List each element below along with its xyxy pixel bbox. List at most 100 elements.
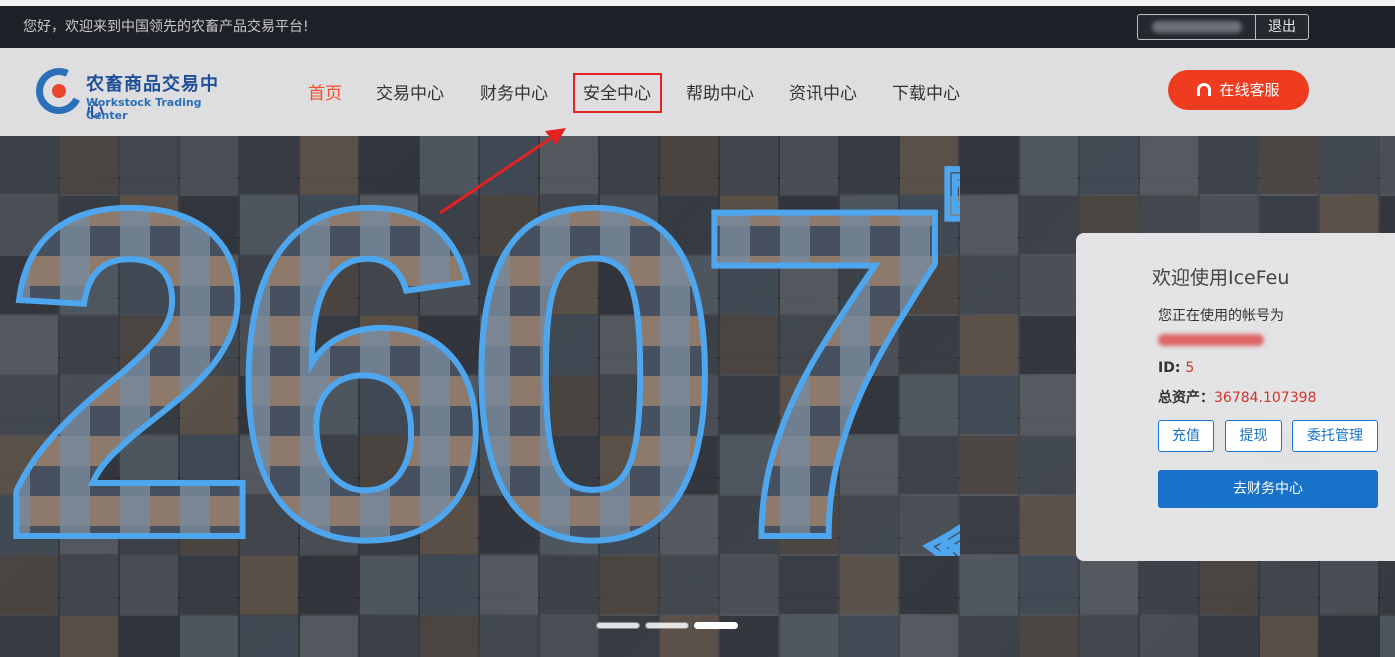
mosaic-tile bbox=[120, 616, 178, 657]
mosaic-tile bbox=[780, 616, 838, 657]
logo-mark-icon bbox=[29, 61, 89, 121]
mosaic-tile bbox=[1260, 136, 1318, 194]
mosaic-tile bbox=[60, 556, 118, 614]
mosaic-tile bbox=[1320, 556, 1378, 614]
mosaic-tile bbox=[1020, 196, 1078, 254]
account-panel: 欢迎使用IceFeu 您正在使用的帐号为 ID: 5 总资产：36784.107… bbox=[1076, 233, 1395, 561]
security-center-highlight-box bbox=[573, 73, 662, 113]
mosaic-tile bbox=[0, 556, 58, 614]
mosaic-tile bbox=[1020, 256, 1078, 314]
mosaic-tile bbox=[240, 616, 298, 657]
logout-button[interactable]: 退出 bbox=[1255, 14, 1309, 40]
mosaic-tile bbox=[120, 556, 178, 614]
mosaic-tile bbox=[1080, 616, 1138, 657]
mosaic-tile bbox=[900, 556, 958, 614]
mosaic-tile bbox=[1020, 136, 1078, 194]
account-number-masked bbox=[1158, 334, 1264, 346]
mosaic-tile bbox=[960, 316, 1018, 374]
mosaic-tile bbox=[1260, 556, 1318, 614]
welcome-text: 您好，欢迎来到中国领先的农畜产品交易平台! bbox=[23, 19, 309, 35]
mosaic-tile bbox=[420, 556, 478, 614]
mosaic-tile bbox=[1140, 136, 1198, 194]
mosaic-tile bbox=[960, 616, 1018, 657]
total-assets-value: 36784.107398 bbox=[1214, 390, 1317, 406]
account-number-masked bbox=[1137, 14, 1255, 40]
main-navbar: 农畜商品交易中心 Workstock Trading Center 首页 交易中… bbox=[0, 48, 1395, 136]
go-finance-center-button[interactable]: 去财务中心 bbox=[1158, 470, 1378, 508]
mosaic-tile bbox=[960, 556, 1018, 614]
hero-banner: 2607万 欢迎使用IceFeu 您正在使用的帐号为 ID: 5 总资产：367… bbox=[0, 136, 1395, 657]
online-service-label: 在线客服 bbox=[1219, 81, 1280, 99]
mosaic-tile bbox=[840, 556, 898, 614]
nav-finance-center[interactable]: 财务中心 bbox=[480, 79, 548, 104]
mosaic-tile bbox=[480, 616, 538, 657]
user-id-value: 5 bbox=[1185, 360, 1195, 376]
recharge-button[interactable]: 充值 bbox=[1158, 420, 1214, 452]
headphones-icon bbox=[1197, 83, 1212, 96]
hero-number-graphic: 2607万 bbox=[0, 136, 960, 556]
mosaic-tile bbox=[1140, 616, 1198, 657]
mosaic-tile bbox=[1020, 496, 1078, 554]
mosaic-tile bbox=[1080, 556, 1138, 614]
mosaic-tile bbox=[960, 136, 1018, 194]
mosaic-tile bbox=[1200, 616, 1258, 657]
mosaic-tile bbox=[780, 556, 838, 614]
mosaic-tile bbox=[1020, 376, 1078, 434]
mosaic-tile bbox=[1380, 556, 1395, 614]
mosaic-tile bbox=[1200, 136, 1258, 194]
mosaic-tile bbox=[420, 616, 478, 657]
mosaic-tile bbox=[300, 616, 358, 657]
carousel-dot-1[interactable] bbox=[596, 622, 640, 629]
mosaic-tile bbox=[1020, 436, 1078, 494]
mosaic-tile bbox=[720, 556, 778, 614]
mosaic-tile bbox=[960, 196, 1018, 254]
account-label: 您正在使用的帐号为 bbox=[1158, 308, 1284, 324]
mosaic-tile bbox=[1020, 316, 1078, 374]
nav-trading-center[interactable]: 交易中心 bbox=[376, 79, 444, 104]
mosaic-tile bbox=[1260, 616, 1318, 657]
nav-help-center[interactable]: 帮助中心 bbox=[686, 79, 754, 104]
user-id-row: ID: 5 bbox=[1158, 360, 1194, 376]
mosaic-tile bbox=[960, 376, 1018, 434]
withdraw-button[interactable]: 提现 bbox=[1225, 420, 1282, 452]
nav-home[interactable]: 首页 bbox=[308, 79, 342, 104]
mosaic-tile bbox=[1200, 556, 1258, 614]
total-assets-label: 总资产： bbox=[1158, 390, 1214, 406]
online-service-button[interactable]: 在线客服 bbox=[1168, 70, 1309, 110]
mosaic-tile bbox=[180, 616, 238, 657]
top-bar: 您好，欢迎来到中国领先的农畜产品交易平台! 退出 bbox=[0, 0, 1395, 48]
mosaic-tile bbox=[1020, 556, 1078, 614]
mosaic-tile bbox=[360, 616, 418, 657]
mosaic-tile bbox=[1080, 136, 1138, 194]
mosaic-tile bbox=[900, 616, 958, 657]
carousel-dot-2[interactable] bbox=[645, 622, 689, 629]
mosaic-tile bbox=[1140, 556, 1198, 614]
order-management-button[interactable]: 委托管理 bbox=[1292, 420, 1378, 452]
mosaic-tile bbox=[540, 616, 598, 657]
mosaic-tile bbox=[360, 556, 418, 614]
mosaic-tile bbox=[1020, 616, 1078, 657]
nav-download-center[interactable]: 下载中心 bbox=[892, 79, 960, 104]
mosaic-tile bbox=[300, 556, 358, 614]
logo-subtitle: Workstock Trading Center bbox=[86, 96, 202, 122]
mosaic-tile bbox=[600, 556, 658, 614]
site-logo[interactable]: 农畜商品交易中心 Workstock Trading Center bbox=[29, 61, 236, 122]
total-assets-row: 总资产：36784.107398 bbox=[1158, 387, 1316, 407]
hero-number-text: 2607万 bbox=[0, 136, 960, 556]
panel-welcome-title: 欢迎使用IceFeu bbox=[1152, 267, 1290, 289]
mosaic-tile bbox=[0, 616, 58, 657]
mosaic-tile bbox=[60, 616, 118, 657]
nav-news-center[interactable]: 资讯中心 bbox=[789, 79, 857, 104]
mosaic-tile bbox=[960, 256, 1018, 314]
mosaic-tile bbox=[240, 556, 298, 614]
mosaic-tile bbox=[540, 556, 598, 614]
mosaic-tile bbox=[660, 556, 718, 614]
mosaic-tile bbox=[1380, 136, 1395, 194]
mosaic-tile bbox=[960, 436, 1018, 494]
mosaic-tile bbox=[180, 556, 238, 614]
user-id-label: ID: bbox=[1158, 360, 1181, 376]
mosaic-tile bbox=[1380, 616, 1395, 657]
carousel-dot-3[interactable] bbox=[694, 622, 738, 629]
mosaic-tile bbox=[1320, 136, 1378, 194]
mosaic-tile bbox=[840, 616, 898, 657]
